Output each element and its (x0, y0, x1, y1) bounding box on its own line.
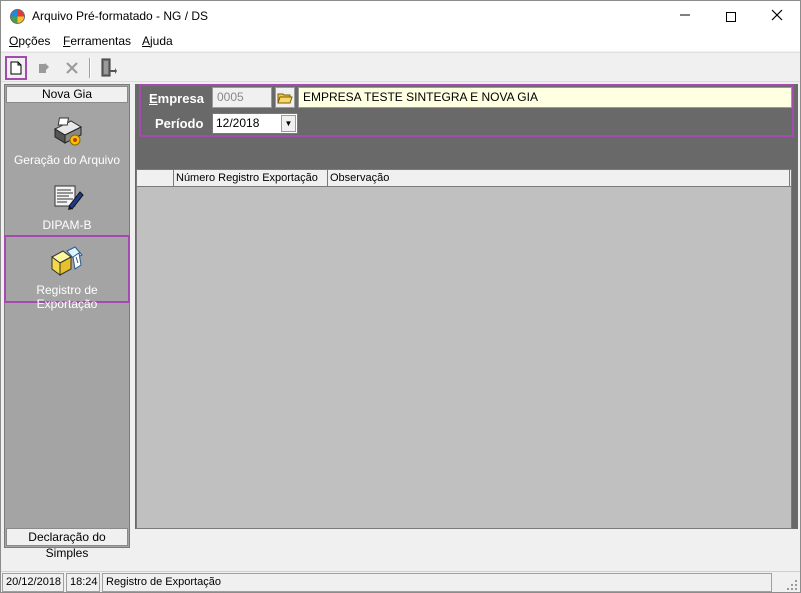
menu-bar: Opções Ferramentas Ajuda (1, 32, 800, 51)
grid-col-observacao[interactable]: Observação (328, 170, 790, 186)
nova-gia-header[interactable]: Nova Gia (6, 86, 128, 103)
edit-button[interactable] (33, 56, 55, 80)
window-title: Arquivo Pré-formatado - NG / DS (32, 9, 209, 23)
exit-door-icon (101, 58, 117, 77)
toolbar-separator (89, 58, 91, 78)
status-time: 18:24 (66, 573, 100, 592)
app-globe-icon (10, 9, 25, 24)
periodo-label: Período (155, 116, 204, 131)
empresa-code-input[interactable]: 0005 (212, 87, 272, 108)
menu-label: pções (18, 34, 51, 48)
grid-col-numero-registro[interactable]: Número Registro Exportação (174, 170, 328, 186)
menu-label: juda (150, 34, 173, 48)
close-icon (771, 9, 783, 21)
empresa-label-accel: E (149, 91, 158, 106)
resize-grip-icon[interactable] (784, 577, 798, 591)
status-bar: 20/12/2018 18:24 Registro de Exportação (1, 571, 800, 592)
delete-icon (66, 62, 78, 74)
dropdown-arrow-icon[interactable]: ▼ (281, 115, 296, 132)
app-window: Arquivo Pré-formatado - NG / DS Opções F… (0, 0, 801, 593)
empresa-label: Empresa (149, 91, 204, 106)
minimize-icon (680, 14, 690, 16)
maximize-icon (726, 12, 736, 23)
periodo-value: 12/2018 (216, 116, 260, 130)
main-content: Empresa 0005 EMPRESA TESTE SINTEGRA E NO… (135, 84, 798, 529)
status-date: 20/12/2018 (2, 573, 64, 592)
nav-dipam-label: DIPAM-B (42, 218, 92, 232)
minimize-button[interactable] (662, 1, 708, 32)
grid-header: Número Registro Exportação Observação (137, 170, 791, 187)
maximize-button[interactable] (708, 1, 754, 32)
declaracao-do-simples-footer[interactable]: Declaração do Simples (6, 528, 128, 560)
empresa-periodo-form: Empresa 0005 EMPRESA TESTE SINTEGRA E NO… (139, 84, 794, 137)
empresa-lookup-button[interactable] (275, 87, 295, 108)
toolbar (1, 52, 800, 82)
nav-dipam-b[interactable]: DIPAM-B (5, 180, 129, 232)
edit-icon (39, 63, 49, 73)
left-nav-panel: Nova Gia Geração do Arquivo DIPAM-B Regi… (4, 84, 130, 560)
menu-ferramentas[interactable]: Ferramentas (63, 34, 131, 48)
printer-gear-icon (53, 117, 83, 146)
menu-opcoes[interactable]: Opções (9, 34, 50, 48)
folder-open-icon (277, 93, 293, 103)
nav-geracao-do-arquivo[interactable]: Geração do Arquivo (5, 115, 129, 171)
empresa-label-rest: mpresa (157, 91, 204, 106)
nav-registro-label: Registro de Exportação (36, 283, 98, 311)
new-button[interactable] (5, 56, 27, 80)
export-register-grid[interactable]: Número Registro Exportação Observação (136, 169, 792, 529)
nav-geracao-label: Geração do Arquivo (13, 153, 121, 167)
exit-button[interactable] (97, 56, 119, 80)
empresa-name-field: EMPRESA TESTE SINTEGRA E NOVA GIA (298, 87, 792, 108)
periodo-select[interactable]: 12/2018 ▼ (212, 113, 298, 134)
export-register-icon (51, 246, 83, 276)
delete-button[interactable] (61, 56, 83, 80)
menu-accel: O (9, 34, 19, 48)
nav-registro-de-exportacao[interactable]: Registro de Exportação (4, 235, 130, 311)
menu-ajuda[interactable]: Ajuda (142, 34, 173, 48)
new-document-icon (10, 61, 22, 75)
menu-label: erramentas (70, 34, 132, 48)
title-bar: Arquivo Pré-formatado - NG / DS (1, 1, 800, 32)
menu-accel: A (142, 34, 151, 48)
grid-col-indicator[interactable] (137, 170, 174, 186)
close-button[interactable] (754, 1, 800, 32)
report-pen-icon (54, 185, 84, 210)
status-message: Registro de Exportação (102, 573, 772, 592)
